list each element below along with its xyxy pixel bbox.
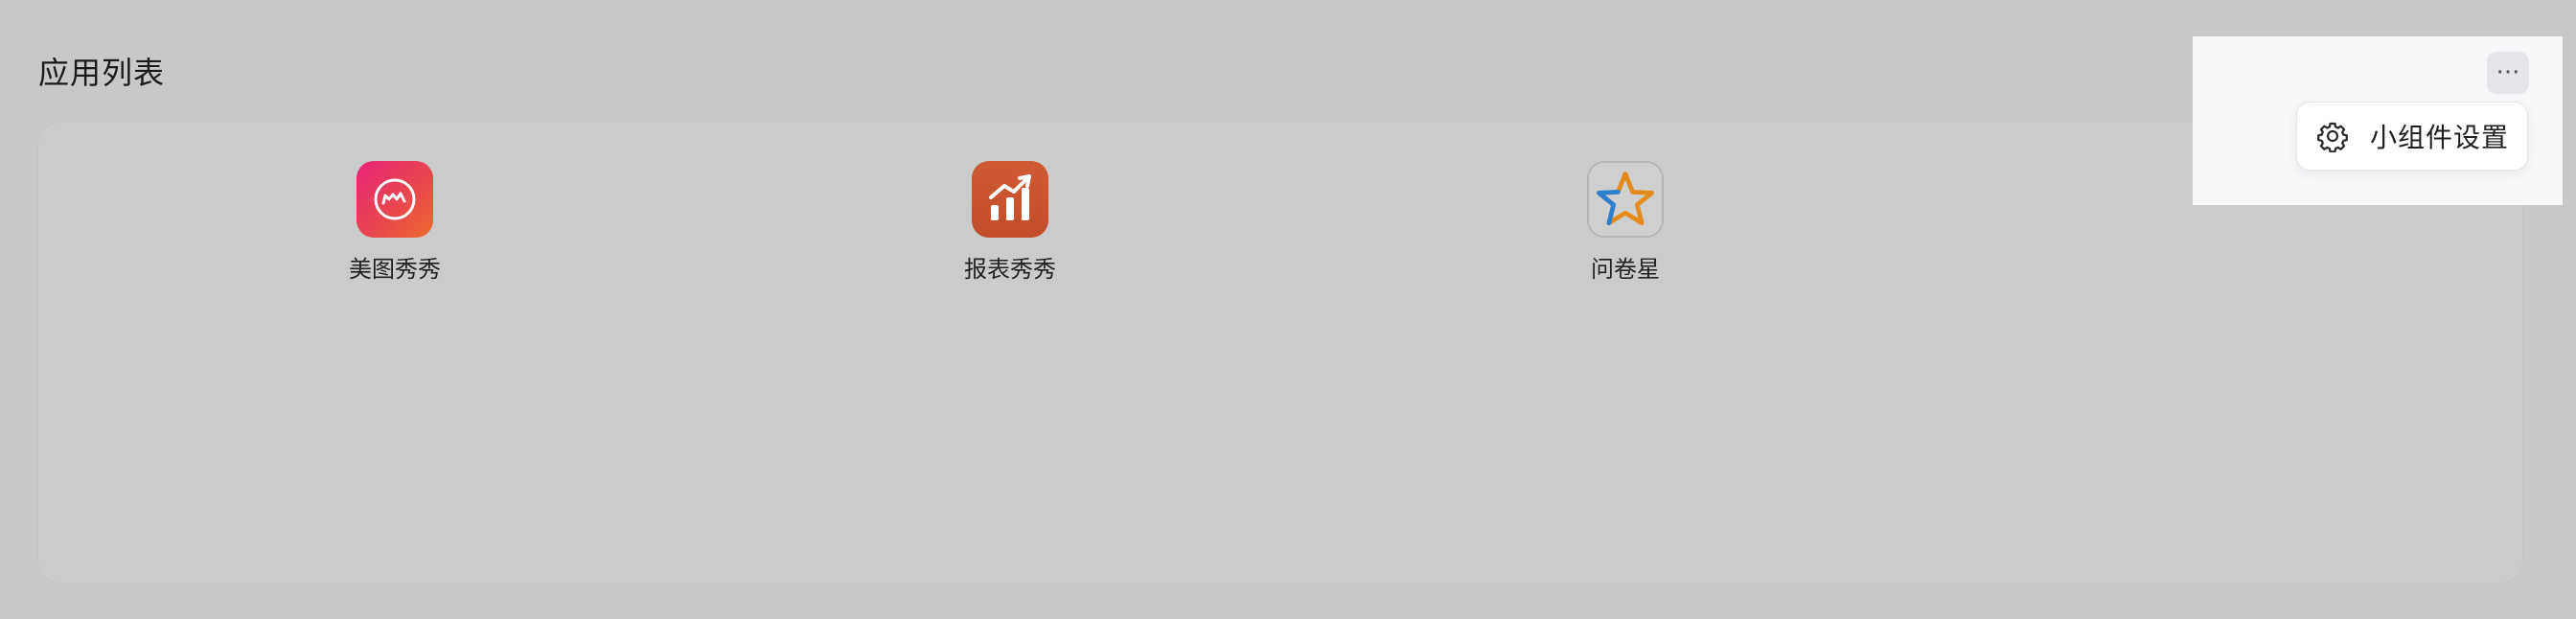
ellipsis-icon: ··· <box>2496 58 2520 87</box>
app-label: 问卷星 <box>1591 256 1660 283</box>
more-options-button[interactable]: ··· <box>2487 52 2529 94</box>
app-tile-meitu[interactable]: 美图秀秀 <box>318 161 472 284</box>
menu-item-widget-settings[interactable]: 小组件设置 <box>2297 103 2527 170</box>
gear-icon <box>2317 122 2348 152</box>
app-label: 报表秀秀 <box>964 256 1056 283</box>
app-list-card: 美图秀秀 报表秀秀 问卷星 <box>38 123 2522 583</box>
widget-dropdown-menu: 小组件设置 <box>2296 102 2528 171</box>
star-icon <box>1587 161 1664 238</box>
menu-item-label: 小组件设置 <box>2370 122 2510 153</box>
app-tile-report[interactable]: 报表秀秀 <box>933 161 1087 284</box>
report-chart-icon <box>972 161 1048 238</box>
app-label: 美图秀秀 <box>349 256 441 283</box>
widget-title: 应用列表 <box>38 55 166 91</box>
app-tile-wjx[interactable]: 问卷星 <box>1549 161 1702 284</box>
meitu-icon <box>356 161 433 238</box>
app-list-widget: 应用列表 美图秀秀 报表秀秀 问卷星 ··· 小组件设置 <box>0 0 2576 619</box>
